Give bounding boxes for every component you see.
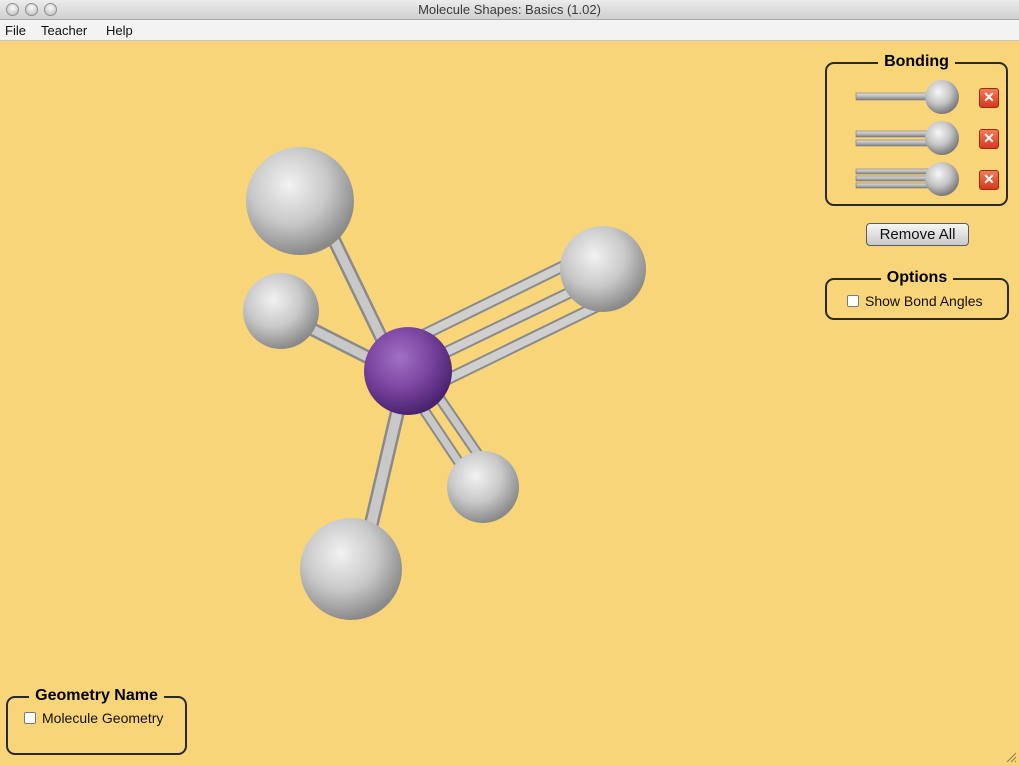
close-icon: ✕ bbox=[983, 130, 995, 146]
remove-triple-bond-button[interactable]: ✕ bbox=[979, 170, 999, 190]
remove-all-button[interactable]: Remove All bbox=[866, 223, 969, 246]
geometry-name-panel: Geometry Name Molecule Geometry bbox=[6, 687, 187, 755]
title-bar: Molecule Shapes: Basics (1.02) bbox=[0, 0, 1019, 20]
ligand-atom-lower-right[interactable] bbox=[447, 451, 519, 523]
ligand-atom-bottom[interactable] bbox=[300, 518, 402, 620]
menu-help[interactable]: Help bbox=[106, 23, 133, 38]
options-panel: Options Show Bond Angles bbox=[825, 269, 1009, 320]
central-atom[interactable] bbox=[364, 327, 452, 415]
menu-bar: File Teacher Help bbox=[0, 20, 1019, 41]
close-icon: ✕ bbox=[983, 89, 995, 105]
bond-options bbox=[855, 80, 959, 196]
molecule-geometry-label: Molecule Geometry bbox=[42, 710, 164, 726]
close-icon: ✕ bbox=[983, 171, 995, 187]
double-bond-option[interactable] bbox=[855, 121, 959, 155]
bonding-panel: Bonding ✕ ✕ ✕ bbox=[825, 53, 1008, 206]
ligand-atom-upper-left[interactable] bbox=[246, 147, 354, 255]
window-title: Molecule Shapes: Basics (1.02) bbox=[418, 2, 601, 17]
menu-file[interactable]: File bbox=[5, 23, 26, 38]
remove-single-bond-button[interactable]: ✕ bbox=[979, 88, 999, 108]
remove-double-bond-button[interactable]: ✕ bbox=[979, 129, 999, 149]
molecule-workspace[interactable]: Bonding ✕ ✕ ✕ Remove All Options Show Bo… bbox=[0, 41, 1019, 765]
bonding-title: Bonding bbox=[878, 53, 955, 70]
ligand-atom-upper-right[interactable] bbox=[560, 226, 646, 312]
single-bond-option[interactable] bbox=[855, 80, 959, 114]
ligand-atom-left[interactable] bbox=[243, 273, 319, 349]
show-bond-angles-label: Show Bond Angles bbox=[865, 293, 983, 309]
resize-grip-icon[interactable] bbox=[1005, 751, 1017, 763]
molecule-geometry-checkbox[interactable] bbox=[24, 712, 36, 724]
geometry-name-title: Geometry Name bbox=[29, 687, 164, 704]
options-title: Options bbox=[880, 269, 954, 286]
triple-bond-option[interactable] bbox=[855, 162, 959, 196]
show-bond-angles-checkbox[interactable] bbox=[847, 295, 859, 307]
menu-teacher[interactable]: Teacher bbox=[41, 23, 87, 38]
